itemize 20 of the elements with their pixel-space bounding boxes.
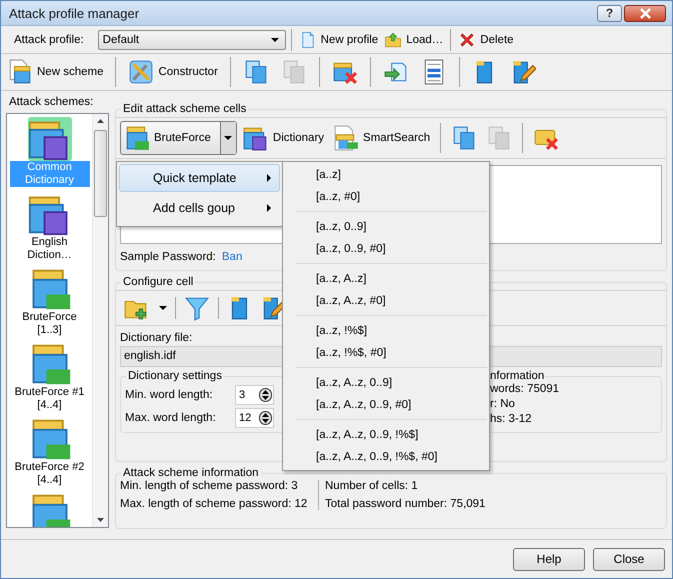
group-title: Configure cell xyxy=(122,276,194,288)
info-text: Max. length of scheme password: 12 xyxy=(120,498,308,510)
group-title: Edit attack scheme cells xyxy=(122,103,248,115)
info-text: r: No xyxy=(490,397,516,412)
group-title: Dictionary settings xyxy=(127,370,223,382)
profile-label: Attack profile: xyxy=(14,34,84,46)
sample-password-label: Sample Password: xyxy=(120,251,216,263)
group-title: Attack scheme information xyxy=(122,467,260,479)
dictionary-file-label: Dictionary file: xyxy=(120,332,194,344)
info-text: Min. length of scheme password: 3 xyxy=(120,480,299,492)
window-title: Attack profile manager xyxy=(9,6,140,20)
field-label: Min. word length: xyxy=(125,389,214,401)
info-text: Number of cells: 1 xyxy=(325,480,419,492)
schemes-label: Attack schemes: xyxy=(8,95,94,110)
info-text: hs: 3-12 xyxy=(490,412,533,427)
group-title: nformation xyxy=(490,370,544,382)
sample-password-value: Ban xyxy=(222,251,242,263)
info-text: words: 75091 xyxy=(490,382,560,397)
info-text: Total password number: 75,091 xyxy=(325,498,486,510)
field-label: Max. word length: xyxy=(125,412,217,424)
